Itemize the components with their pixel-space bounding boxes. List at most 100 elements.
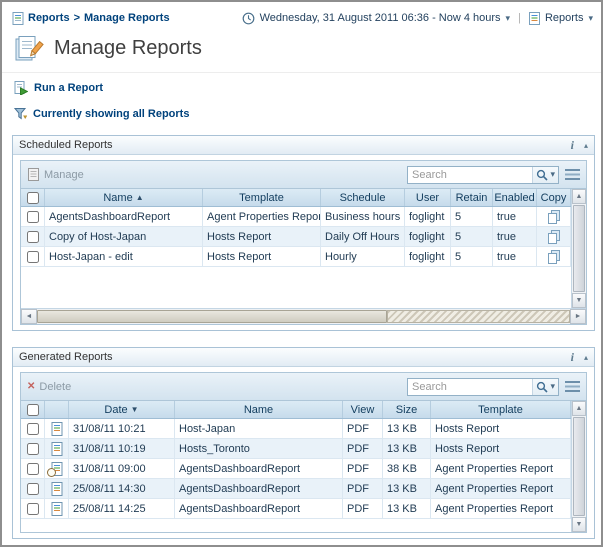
showing-all-reports-label: Currently showing all Reports bbox=[33, 108, 189, 120]
page-title: Manage Reports bbox=[54, 37, 202, 60]
cell-retain: 5 bbox=[451, 207, 493, 226]
scrollbar-thumb[interactable] bbox=[37, 310, 387, 323]
search-box: ▾ bbox=[407, 166, 559, 184]
time-range-label[interactable]: Wednesday, 31 August 2011 06:36 - Now 4 … bbox=[260, 12, 501, 24]
scrollbar-thumb[interactable] bbox=[573, 417, 585, 516]
row-checkbox[interactable] bbox=[27, 483, 39, 495]
column-header-user[interactable]: User bbox=[405, 189, 451, 206]
cell-size: 13 KB bbox=[383, 479, 431, 498]
cell-icon bbox=[45, 479, 69, 498]
search-controls[interactable]: ▾ bbox=[532, 379, 558, 395]
column-header-size[interactable]: Size bbox=[383, 401, 431, 418]
breadcrumb-root[interactable]: Reports bbox=[28, 12, 70, 24]
cell-size: 13 KB bbox=[383, 439, 431, 458]
scroll-up-button[interactable]: ▲ bbox=[572, 189, 586, 204]
breadcrumb: Reports > Manage Reports bbox=[12, 12, 170, 25]
copy-icon[interactable] bbox=[547, 250, 561, 264]
search-input[interactable] bbox=[408, 381, 532, 393]
cell-icon bbox=[45, 439, 69, 458]
cell-view[interactable]: PDF bbox=[343, 419, 383, 438]
cell-view[interactable]: PDF bbox=[343, 439, 383, 458]
table-row[interactable]: 31/08/11 09:00 AgentsDashboardReport PDF… bbox=[21, 459, 571, 479]
cell-user: foglight bbox=[405, 207, 451, 226]
table-row[interactable]: 31/08/11 10:19 Hosts_Toronto PDF 13 KB H… bbox=[21, 439, 571, 459]
scheduled-panel-header: Scheduled Reports i ▴ bbox=[13, 136, 594, 155]
reports-menu-label[interactable]: Reports bbox=[545, 12, 584, 24]
search-controls[interactable]: ▾ bbox=[532, 167, 558, 183]
delete-button-label: Delete bbox=[39, 381, 71, 393]
delete-button[interactable]: ✕ Delete bbox=[27, 381, 71, 393]
column-header-schedule[interactable]: Schedule bbox=[321, 189, 405, 206]
row-checkbox[interactable] bbox=[27, 423, 39, 435]
cell-view[interactable]: PDF bbox=[343, 459, 383, 478]
scroll-down-button[interactable]: ▼ bbox=[572, 293, 586, 308]
cell-date: 25/08/11 14:25 bbox=[69, 499, 175, 518]
cell-icon bbox=[45, 459, 69, 478]
row-checkbox[interactable] bbox=[27, 251, 39, 263]
reports-menu-icon bbox=[529, 12, 540, 25]
search-icon bbox=[536, 169, 548, 181]
column-header-date[interactable]: Date ▼ bbox=[69, 401, 175, 418]
manage-icon bbox=[27, 168, 40, 181]
scroll-left-button[interactable]: ◄ bbox=[21, 309, 37, 324]
table-row[interactable]: AgentsDashboardReport Agent Properties R… bbox=[21, 207, 571, 227]
row-checkbox[interactable] bbox=[27, 231, 39, 243]
table-settings-icon[interactable] bbox=[565, 381, 580, 392]
column-header-enabled[interactable]: Enabled bbox=[493, 189, 537, 206]
vertical-scrollbar[interactable]: ▲ ▼ bbox=[571, 401, 586, 532]
cell-view[interactable]: PDF bbox=[343, 479, 383, 498]
table-row[interactable]: Host-Japan - edit Hosts Report Hourly fo… bbox=[21, 247, 571, 267]
chevron-down-icon: ▾ bbox=[550, 382, 555, 391]
collapse-icon[interactable]: ▴ bbox=[584, 353, 588, 362]
scroll-down-button[interactable]: ▼ bbox=[572, 517, 586, 532]
cell-view[interactable]: PDF bbox=[343, 499, 383, 518]
row-checkbox[interactable] bbox=[27, 443, 39, 455]
info-icon[interactable]: i bbox=[571, 350, 574, 365]
run-a-report-link[interactable]: Run a Report bbox=[14, 81, 103, 95]
scroll-right-button[interactable]: ► bbox=[570, 309, 586, 324]
horizontal-scrollbar[interactable]: ◄ ► bbox=[21, 308, 586, 324]
top-bar: Reports > Manage Reports Wednesday, 31 A… bbox=[12, 10, 593, 26]
table-row[interactable]: 25/08/11 14:30 AgentsDashboardReport PDF… bbox=[21, 479, 571, 499]
breadcrumb-current: Manage Reports bbox=[84, 12, 170, 24]
cell-name: AgentsDashboardReport bbox=[175, 459, 343, 478]
topbar-right: Wednesday, 31 August 2011 06:36 - Now 4 … bbox=[242, 12, 593, 25]
row-checkbox[interactable] bbox=[27, 463, 39, 475]
scheduled-panel-body: Manage ▾ bbox=[13, 155, 594, 330]
collapse-icon[interactable]: ▴ bbox=[584, 141, 588, 150]
select-all-cell bbox=[21, 401, 45, 418]
table-row[interactable]: 25/08/11 14:25 AgentsDashboardReport PDF… bbox=[21, 499, 571, 519]
row-checkbox[interactable] bbox=[27, 503, 39, 515]
column-header-template[interactable]: Template bbox=[203, 189, 321, 206]
cell-template: Agent Properties Report bbox=[431, 459, 571, 478]
select-all-checkbox[interactable] bbox=[27, 404, 39, 416]
copy-icon[interactable] bbox=[547, 230, 561, 244]
showing-all-reports-control[interactable]: Currently showing all Reports bbox=[14, 107, 189, 120]
table-row[interactable]: Copy of Host-Japan Hosts Report Daily Of… bbox=[21, 227, 571, 247]
column-header-template[interactable]: Template bbox=[431, 401, 571, 418]
scroll-up-button[interactable]: ▲ bbox=[572, 401, 586, 416]
column-header-icon bbox=[45, 401, 69, 418]
select-all-checkbox[interactable] bbox=[27, 192, 39, 204]
scrollbar-thumb[interactable] bbox=[573, 205, 585, 292]
column-header-name[interactable]: Name bbox=[175, 401, 343, 418]
chevron-down-icon[interactable]: ▾ bbox=[588, 14, 593, 23]
copy-icon[interactable] bbox=[547, 210, 561, 224]
search-input[interactable] bbox=[408, 169, 532, 181]
info-icon[interactable]: i bbox=[571, 138, 574, 153]
scheduled-table-body: AgentsDashboardReport Agent Properties R… bbox=[21, 207, 571, 267]
generated-table-header: Date ▼ Name View Size Template bbox=[21, 401, 571, 419]
column-header-name[interactable]: Name ▲ bbox=[45, 189, 203, 206]
column-header-view[interactable]: View bbox=[343, 401, 383, 418]
table-row[interactable]: 31/08/11 10:21 Host-Japan PDF 13 KB Host… bbox=[21, 419, 571, 439]
table-settings-icon[interactable] bbox=[565, 169, 580, 180]
column-header-retain[interactable]: Retain bbox=[451, 189, 493, 206]
select-all-cell bbox=[21, 189, 45, 206]
vertical-scrollbar[interactable]: ▲ ▼ bbox=[571, 189, 586, 308]
cell-template: Agent Properties Report bbox=[431, 499, 571, 518]
generated-panel-title: Generated Reports bbox=[19, 351, 571, 363]
chevron-down-icon[interactable]: ▾ bbox=[506, 14, 511, 23]
manage-button[interactable]: Manage bbox=[27, 168, 84, 181]
column-header-copy[interactable]: Copy bbox=[537, 189, 571, 206]
row-checkbox[interactable] bbox=[27, 211, 39, 223]
